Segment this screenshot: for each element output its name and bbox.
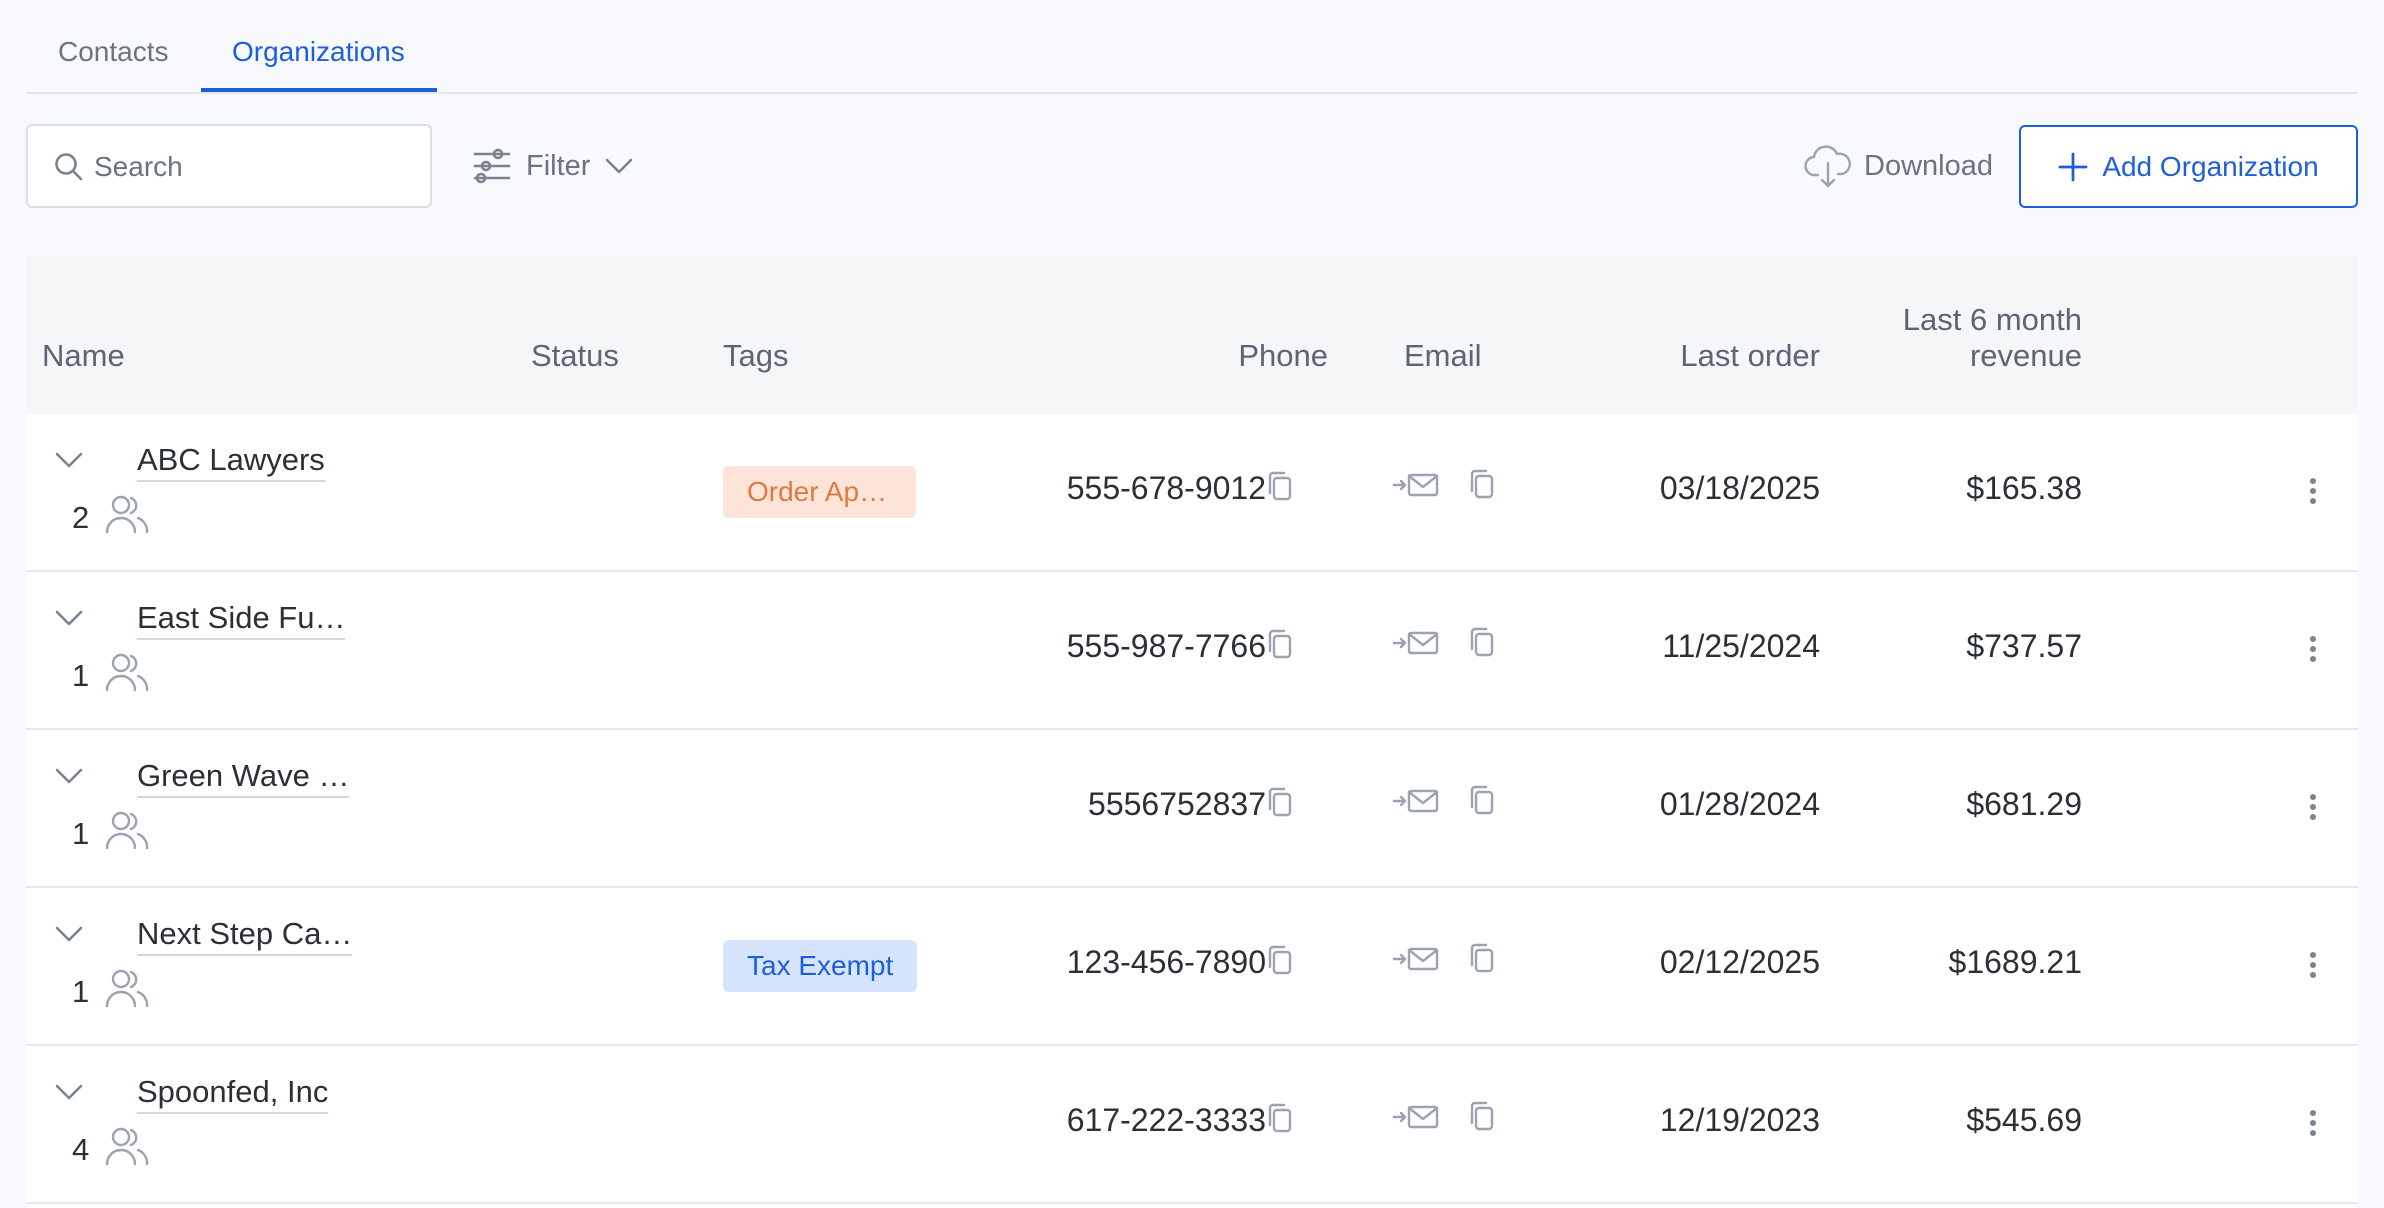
add-organization-label: Add Organization (2102, 150, 2319, 182)
send-mail-icon[interactable] (1392, 472, 1440, 498)
copy-icon[interactable] (1468, 1100, 1496, 1132)
phone-number: 617-222-3333 (1066, 1102, 1266, 1138)
contact-count: 1 (72, 974, 90, 1009)
people-icon (105, 969, 149, 1008)
tab-bar: Contacts Organizations (26, 0, 2358, 94)
active-tab-indicator (201, 88, 437, 92)
column-header-email[interactable]: Email (1404, 338, 1482, 374)
kebab-menu-icon[interactable] (2308, 1108, 2318, 1138)
kebab-menu-icon[interactable] (2308, 476, 2318, 506)
chevron-down-icon[interactable] (54, 924, 84, 944)
kebab-menu-icon[interactable] (2308, 634, 2318, 664)
plus-icon (2058, 152, 2088, 181)
chevron-down-icon (606, 158, 633, 174)
revenue-value: $545.69 (1966, 1102, 2082, 1138)
download-label: Download (1864, 149, 1993, 182)
column-header-status[interactable]: Status (531, 338, 619, 374)
column-header-tags[interactable]: Tags (723, 338, 788, 374)
column-header-phone[interactable]: Phone (1238, 338, 1328, 374)
copy-icon[interactable] (1266, 1102, 1294, 1134)
last-order-date: 01/28/2024 (1659, 786, 1820, 822)
copy-icon[interactable] (1266, 944, 1294, 976)
tab-organizations[interactable]: Organizations (232, 36, 405, 68)
last-order-date: 03/18/2025 (1659, 470, 1820, 506)
organization-name[interactable]: East Side Fu… (137, 600, 346, 640)
organizations-table: Name Status Tags Phone Email Last order … (26, 256, 2358, 1208)
last-order-date: 02/12/2025 (1659, 944, 1820, 980)
table-row[interactable]: Next Step Ca… 1 Tax Exempt 123-456-7890 … (26, 888, 2358, 1046)
table-row[interactable]: Spoonfed, Inc 4 617-222-3333 12/19/2023 … (26, 1046, 2358, 1204)
column-header-revenue-line1[interactable]: Last 6 month (1903, 302, 2082, 338)
phone-number: 5556752837 (1088, 786, 1266, 822)
contact-count: 1 (72, 816, 90, 851)
table-row[interactable]: East Side Fu… 1 555-987-7766 11/25/2024 … (26, 572, 2358, 730)
revenue-value: $165.38 (1966, 470, 2082, 506)
contact-count: 1 (72, 658, 90, 693)
organization-name[interactable]: ABC Lawyers (137, 442, 325, 482)
filter-label: Filter (526, 149, 591, 182)
chevron-down-icon[interactable] (54, 1082, 84, 1102)
tab-contacts[interactable]: Contacts (58, 36, 169, 68)
phone-number: 555-987-7766 (1066, 628, 1266, 664)
chevron-down-icon[interactable] (54, 608, 84, 628)
kebab-menu-icon[interactable] (2308, 950, 2318, 980)
copy-icon[interactable] (1468, 626, 1496, 658)
contact-count: 2 (72, 500, 90, 535)
chevron-down-icon[interactable] (54, 766, 84, 786)
table-header: Name Status Tags Phone Email Last order … (26, 256, 2358, 416)
column-header-last-order[interactable]: Last order (1680, 338, 1820, 374)
cloud-download-icon (1804, 145, 1851, 188)
filter-button[interactable]: Filter (472, 142, 634, 190)
add-organization-button[interactable]: Add Organization (2019, 125, 2358, 208)
people-icon (105, 1127, 149, 1166)
copy-icon[interactable] (1266, 470, 1294, 502)
last-order-date: 12/19/2023 (1659, 1102, 1820, 1138)
tag-badge: Order Appro… (723, 466, 916, 518)
kebab-menu-icon[interactable] (2308, 792, 2318, 822)
send-mail-icon[interactable] (1392, 946, 1440, 972)
copy-icon[interactable] (1468, 784, 1496, 816)
people-icon (105, 811, 149, 850)
organization-name[interactable]: Spoonfed, Inc (137, 1074, 329, 1114)
copy-icon[interactable] (1266, 628, 1294, 660)
copy-icon[interactable] (1468, 468, 1496, 500)
table-row[interactable]: ABC Lawyers 2 Order Appro… 555-678-9012 … (26, 414, 2358, 572)
send-mail-icon[interactable] (1392, 1104, 1440, 1130)
phone-number: 123-456-7890 (1066, 944, 1266, 980)
contact-count: 4 (72, 1132, 90, 1167)
search-icon (55, 153, 83, 181)
send-mail-icon[interactable] (1392, 630, 1440, 656)
table-row[interactable]: Green Wave … 1 5556752837 01/28/2024 $68… (26, 730, 2358, 888)
revenue-value: $1689.21 (1948, 944, 2082, 980)
download-button[interactable]: Download (1804, 140, 1993, 192)
revenue-value: $737.57 (1966, 628, 2082, 664)
last-order-date: 11/25/2024 (1662, 628, 1820, 664)
search-box[interactable] (26, 124, 432, 208)
tag-badge: Tax Exempt (723, 940, 918, 992)
organization-name[interactable]: Green Wave … (137, 758, 350, 798)
revenue-value: $681.29 (1966, 786, 2082, 822)
organization-name[interactable]: Next Step Ca… (137, 916, 353, 956)
sliders-icon (473, 148, 511, 184)
column-header-revenue-line2: revenue (1969, 338, 2082, 373)
chevron-down-icon[interactable] (54, 450, 84, 470)
column-header-name[interactable]: Name (42, 338, 125, 374)
copy-icon[interactable] (1266, 786, 1294, 818)
people-icon (105, 653, 149, 692)
copy-icon[interactable] (1468, 942, 1496, 974)
people-icon (105, 495, 149, 534)
search-input[interactable] (92, 146, 416, 188)
send-mail-icon[interactable] (1392, 788, 1440, 814)
phone-number: 555-678-9012 (1066, 470, 1266, 506)
